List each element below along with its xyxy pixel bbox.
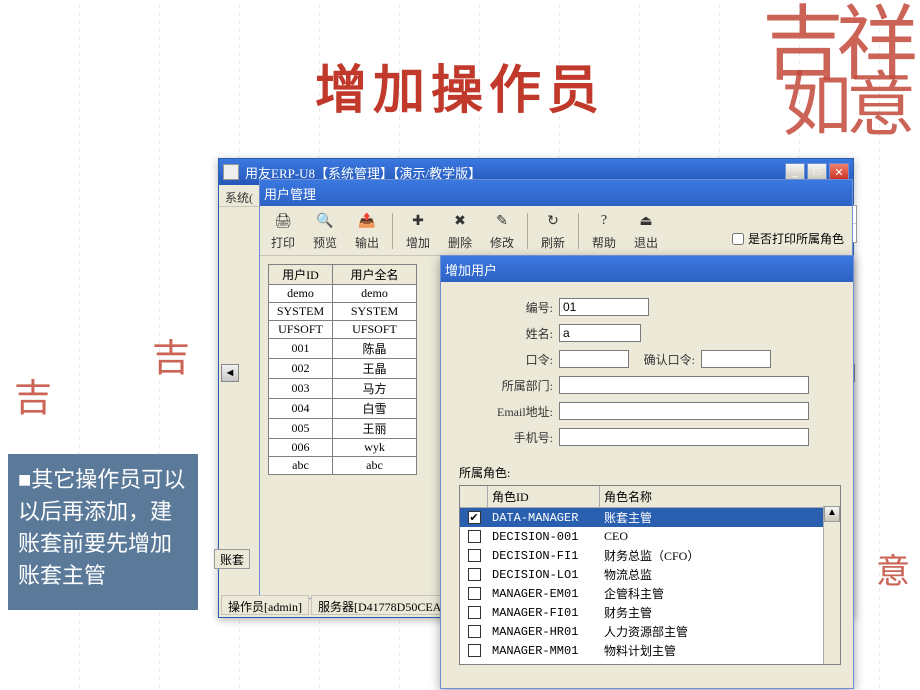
dialog-title: 增加用户 — [445, 260, 497, 279]
decor-seal: 吉 — [14, 380, 52, 418]
role-row[interactable]: DECISION-LO1物流总监 — [460, 565, 840, 584]
user-table: 用户ID用户全名 demodemoSYSTEMSYSTEMUFSOFTUFSOF… — [268, 264, 417, 475]
role-name: 财务总监（CFO） — [600, 547, 840, 564]
roles-list: 角色ID 角色名称 ✔ DATA-MANAGER账套主管DECISION-001C… — [459, 485, 841, 665]
role-checkbox[interactable] — [468, 644, 481, 657]
input-dept[interactable] — [559, 376, 809, 394]
role-row[interactable]: ✔ DATA-MANAGER账套主管 — [460, 508, 840, 527]
slide-title: 增加操作员 — [0, 48, 920, 123]
print-roles-checkbox[interactable]: 是否打印所属角色 — [732, 230, 848, 253]
input-mobile[interactable] — [559, 428, 809, 446]
table-row[interactable]: demodemo — [269, 285, 417, 303]
删除-icon: ✖ — [447, 210, 473, 232]
role-row[interactable]: MANAGER-MM01物料计划主管 — [460, 641, 840, 660]
label-roles: 所属角色: — [459, 464, 853, 481]
role-checkbox[interactable] — [468, 549, 481, 562]
label-email: Email地址: — [491, 403, 553, 420]
tab-accounts[interactable]: 账套 — [214, 549, 250, 569]
table-row[interactable]: 003马方 — [269, 379, 417, 399]
刷新-icon: ↻ — [540, 210, 566, 232]
role-name: 物料计划主管 — [600, 642, 840, 659]
打印-icon: 🖨 — [270, 210, 296, 232]
toolbar-预览[interactable]: 🔍预览 — [306, 210, 344, 253]
role-row[interactable]: MANAGER-FI01财务主管 — [460, 603, 840, 622]
table-row[interactable]: UFSOFTUFSOFT — [269, 321, 417, 339]
帮助-icon: ? — [591, 210, 617, 232]
label-dept: 所属部门: — [491, 377, 553, 394]
col-header: 用户ID — [269, 265, 333, 285]
role-checkbox[interactable]: ✔ — [468, 511, 481, 524]
label-pass: 口令: — [491, 351, 553, 368]
role-row[interactable]: DECISION-001CEO — [460, 527, 840, 546]
role-id: MANAGER-EM01 — [488, 587, 600, 601]
role-name: 企管科主管 — [600, 585, 840, 602]
app-icon — [223, 164, 239, 180]
table-row[interactable]: 002王晶 — [269, 359, 417, 379]
role-name: 物流总监 — [600, 566, 840, 583]
table-row[interactable]: SYSTEMSYSTEM — [269, 303, 417, 321]
status-operator: 操作员[admin] — [221, 595, 309, 615]
toolbar-输出[interactable]: 📤输出 — [348, 210, 386, 253]
role-id: DATA-MANAGER — [488, 511, 600, 525]
role-id: DECISION-001 — [488, 530, 600, 544]
role-checkbox[interactable] — [468, 625, 481, 638]
roles-scrollbar[interactable]: ▲ — [823, 506, 840, 664]
scroll-up-button[interactable]: ▲ — [824, 506, 840, 522]
toolbar-刷新[interactable]: ↻刷新 — [534, 210, 572, 253]
role-id: DECISION-FI1 — [488, 549, 600, 563]
role-id: DECISION-LO1 — [488, 568, 600, 582]
titlebar[interactable]: 用户管理 — [260, 180, 852, 206]
toolbar-帮助[interactable]: ?帮助 — [585, 210, 623, 253]
role-row[interactable]: MANAGER-EM01企管科主管 — [460, 584, 840, 603]
label-pass2: 确认口令: — [635, 351, 695, 368]
role-checkbox[interactable] — [468, 587, 481, 600]
修改-icon: ✎ — [489, 210, 515, 232]
退出-icon: ⏏ — [633, 210, 659, 232]
输出-icon: 📤 — [354, 210, 380, 232]
table-row[interactable]: 001陈晶 — [269, 339, 417, 359]
scroll-left-button[interactable]: ◄ — [221, 364, 239, 382]
role-row[interactable]: MANAGER-HR01人力资源部主管 — [460, 622, 840, 641]
table-row[interactable]: 004白雪 — [269, 399, 417, 419]
label-mobile: 手机号: — [491, 429, 553, 446]
input-id[interactable] — [559, 298, 649, 316]
role-name: 人力资源部主管 — [600, 623, 840, 640]
role-name: 账套主管 — [600, 509, 840, 526]
add-user-dialog: 增加用户 编号: 姓名: 口令: 确认口令: 所属部门: Email地址: 手机… — [440, 255, 854, 689]
role-id: MANAGER-HR01 — [488, 625, 600, 639]
增加-icon: ✚ — [405, 210, 431, 232]
role-id: MANAGER-FI01 — [488, 606, 600, 620]
titlebar[interactable]: 增加用户 — [441, 256, 853, 282]
toolbar-修改[interactable]: ✎修改 — [483, 210, 521, 253]
label-name: 姓名: — [491, 325, 553, 342]
role-row[interactable]: DECISION-FI1财务总监（CFO） — [460, 546, 840, 565]
input-email[interactable] — [559, 402, 809, 420]
role-checkbox[interactable] — [468, 530, 481, 543]
toolbar-打印[interactable]: 🖨打印 — [264, 210, 302, 253]
col-role-id: 角色ID — [488, 486, 600, 507]
input-name[interactable] — [559, 324, 641, 342]
decor-seal: 意 — [876, 556, 910, 590]
role-name: CEO — [600, 529, 840, 544]
decor-seal: 吉 — [152, 340, 190, 378]
toolbar-删除[interactable]: ✖删除 — [441, 210, 479, 253]
role-id: MANAGER-MM01 — [488, 644, 600, 658]
input-pass[interactable] — [559, 350, 629, 368]
window-title: 用户管理 — [264, 184, 316, 203]
slide-note: ■其它操作员可以以后再添加，建账套前要先增加账套主管 — [8, 454, 198, 610]
input-pass2[interactable] — [701, 350, 771, 368]
toolbar: 🖨打印🔍预览📤输出 ✚增加✖删除✎修改 ↻刷新 ?帮助⏏退出 是否打印所属角色 — [260, 206, 852, 256]
label-id: 编号: — [491, 299, 553, 316]
role-name: 财务主管 — [600, 604, 840, 621]
table-row[interactable]: abcabc — [269, 457, 417, 475]
toolbar-增加[interactable]: ✚增加 — [399, 210, 437, 253]
col-header: 用户全名 — [333, 265, 417, 285]
role-checkbox[interactable] — [468, 606, 481, 619]
table-row[interactable]: 006wyk — [269, 439, 417, 457]
role-checkbox[interactable] — [468, 568, 481, 581]
table-row[interactable]: 005王丽 — [269, 419, 417, 439]
预览-icon: 🔍 — [312, 210, 338, 232]
toolbar-退出[interactable]: ⏏退出 — [627, 210, 665, 253]
col-role-name: 角色名称 — [600, 486, 840, 507]
